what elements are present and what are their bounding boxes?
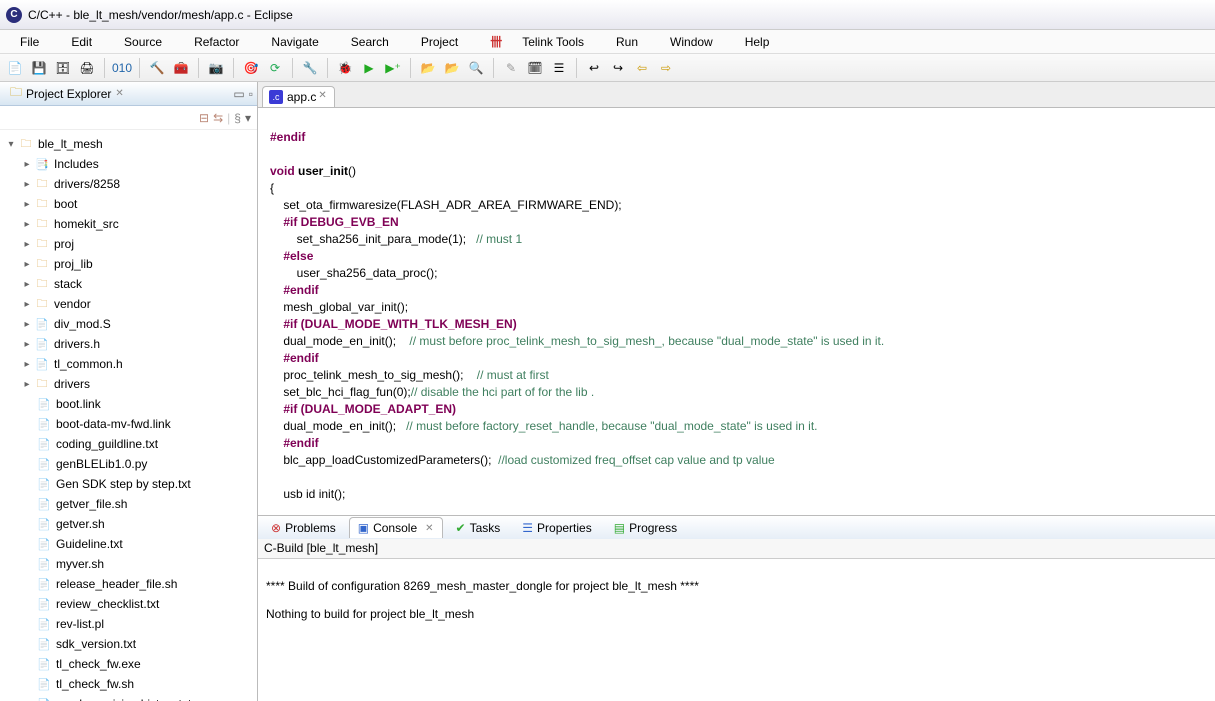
minimize-icon[interactable]: ▭ [233,87,244,101]
refresh-button[interactable]: ⟳ [264,57,286,79]
tree-folder[interactable]: ▸🗀vendor [0,294,257,314]
tree-file[interactable]: ▸📄drivers.h [0,334,257,354]
project-tree[interactable]: ▾🗀ble_lt_mesh ▸📑Includes ▸🗀drivers/8258 … [0,130,257,701]
new-button[interactable]: 📄 [4,57,26,79]
tree-folder[interactable]: ▸🗀homekit_src [0,214,257,234]
link-editor-icon[interactable]: ⇆ [213,111,223,125]
eclipse-icon: C [6,7,22,23]
project-explorer-view: 🗀 Project Explorer ✕ ▭ ▫ ⊟ ⇆ | § ▾ ▾🗀ble… [0,82,258,701]
tree-file[interactable]: 📄coding_guildline.txt [0,434,257,454]
tree-file[interactable]: 📄myver.sh [0,554,257,574]
tree-file[interactable]: 📄review_checklist.txt [0,594,257,614]
console-header: C-Build [ble_lt_mesh] [258,539,1215,559]
cal-button[interactable]: 🗓 [524,57,546,79]
tree-file[interactable]: 📄boot.link [0,394,257,414]
editor-container: .c app.c ✕ #endif void user_init() { set… [258,82,1215,701]
wrench-button[interactable]: 🔧 [299,57,321,79]
tree-file[interactable]: 📄tl_check_fw.exe [0,654,257,674]
tool-button[interactable]: 🧰 [170,57,192,79]
editor-tabbar: .c app.c ✕ [258,82,1215,108]
filter-icon[interactable]: § [234,111,241,125]
openfolder-button[interactable]: 📂 [417,57,439,79]
editor-tab-label: app.c [287,90,316,104]
editor-tab-app-c[interactable]: .c app.c ✕ [262,86,335,107]
close-icon[interactable]: ✕ [425,523,433,534]
menubar: File Edit Source Refactor Navigate Searc… [0,30,1215,54]
saveall-button[interactable]: 🗄 [52,57,74,79]
menu-telink[interactable]: 卌Telink Tools [474,27,600,56]
fwd-button[interactable]: ⇨ [655,57,677,79]
tree-file[interactable]: ▸📄tl_common.h [0,354,257,374]
tab-tasks[interactable]: ✔Tasks [447,517,510,538]
window-title: C/C++ - ble_lt_mesh/vendor/mesh/app.c - … [28,8,293,22]
code-editor[interactable]: #endif void user_init() { set_ota_firmwa… [258,108,1215,515]
tree-file[interactable]: 📄rev-list.pl [0,614,257,634]
tree-file[interactable]: 📄boot-data-mv-fwd.link [0,414,257,434]
menu-file[interactable]: File [4,32,55,52]
runext-button[interactable]: ▶⁺ [382,57,404,79]
menu-window[interactable]: Window [654,32,729,52]
menu-navigate[interactable]: Navigate [255,32,334,52]
tree-root[interactable]: ▾🗀ble_lt_mesh [0,134,257,154]
collapse-all-icon[interactable]: ⊟ [199,111,209,125]
tree-folder[interactable]: ▸🗀boot [0,194,257,214]
main-area: 🗀 Project Explorer ✕ ▭ ▫ ⊟ ⇆ | § ▾ ▾🗀ble… [0,82,1215,701]
menu-run[interactable]: Run [600,32,654,52]
bottom-tabbar: ⊗Problems ▣Console✕ ✔Tasks ☰Properties ▤… [258,515,1215,539]
nav-next-button[interactable]: ↪ [607,57,629,79]
maximize-icon[interactable]: ▫ [249,87,253,101]
tree-file[interactable]: 📄Guideline.txt [0,534,257,554]
tree-folder[interactable]: ▸📑Includes [0,154,257,174]
tree-file[interactable]: 📄genBLELib1.0.py [0,454,257,474]
close-icon[interactable]: ✕ [115,88,123,99]
toolbar: 📄 💾 🗄 🖨 010 🔨 🧰 📷 🎯 ⟳ 🔧 🐞 ▶ ▶⁺ 📂 📂 🔍 ✎ 🗓… [0,54,1215,82]
view-menu-icon[interactable]: ▾ [245,111,251,125]
save-button[interactable]: 💾 [28,57,50,79]
menu-refactor[interactable]: Refactor [178,32,255,52]
camera-button[interactable]: 📷 [205,57,227,79]
tree-folder[interactable]: ▸🗀proj [0,234,257,254]
project-explorer-label: Project Explorer [26,87,111,101]
console-output[interactable]: **** Build of configuration 8269_mesh_ma… [258,559,1215,701]
menu-source[interactable]: Source [108,32,178,52]
menu-help[interactable]: Help [729,32,786,52]
tree-folder[interactable]: ▸🗀proj_lib [0,254,257,274]
search-button[interactable]: 🔍 [465,57,487,79]
menu-project[interactable]: Project [405,32,474,52]
tree-file[interactable]: 📄tl_check_fw.sh [0,674,257,694]
tab-progress[interactable]: ▤Progress [605,517,686,538]
bin-button[interactable]: 010 [111,57,133,79]
close-tab-icon[interactable]: ✕ [318,90,330,102]
tree-file[interactable]: 📄release_header_file.sh [0,574,257,594]
run-button[interactable]: ▶ [358,57,380,79]
menu-search[interactable]: Search [335,32,405,52]
menu-edit[interactable]: Edit [55,32,108,52]
tree-file[interactable]: 📄getver.sh [0,514,257,534]
tree-folder[interactable]: ▸🗀drivers [0,374,257,394]
project-explorer-toolbar: ⊟ ⇆ | § ▾ [0,106,257,130]
print-button[interactable]: 🖨 [76,57,98,79]
c-file-icon: .c [269,90,283,104]
tree-folder[interactable]: ▸🗀stack [0,274,257,294]
target-button[interactable]: 🎯 [240,57,262,79]
tree-file[interactable]: 📄vendor revision history.txt [0,694,257,701]
project-explorer-title: 🗀 Project Explorer ✕ ▭ ▫ [0,82,257,106]
tab-console[interactable]: ▣Console✕ [349,517,443,538]
opentype-button[interactable]: 📂 [441,57,463,79]
tab-properties[interactable]: ☰Properties [513,517,600,538]
back-button[interactable]: ⇦ [631,57,653,79]
build-button[interactable]: 🔨 [146,57,168,79]
mark-button[interactable]: ✎ [500,57,522,79]
tree-folder[interactable]: ▸🗀drivers/8258 [0,174,257,194]
tree-file[interactable]: ▸📄div_mod.S [0,314,257,334]
tree-file[interactable]: 📄sdk_version.txt [0,634,257,654]
tab-problems[interactable]: ⊗Problems [262,517,345,538]
nav-prev-button[interactable]: ↩ [583,57,605,79]
window-titlebar: C C/C++ - ble_lt_mesh/vendor/mesh/app.c … [0,0,1215,30]
tree-file[interactable]: 📄getver_file.sh [0,494,257,514]
outline-button[interactable]: ☰ [548,57,570,79]
debug-button[interactable]: 🐞 [334,57,356,79]
tree-file[interactable]: 📄Gen SDK step by step.txt [0,474,257,494]
